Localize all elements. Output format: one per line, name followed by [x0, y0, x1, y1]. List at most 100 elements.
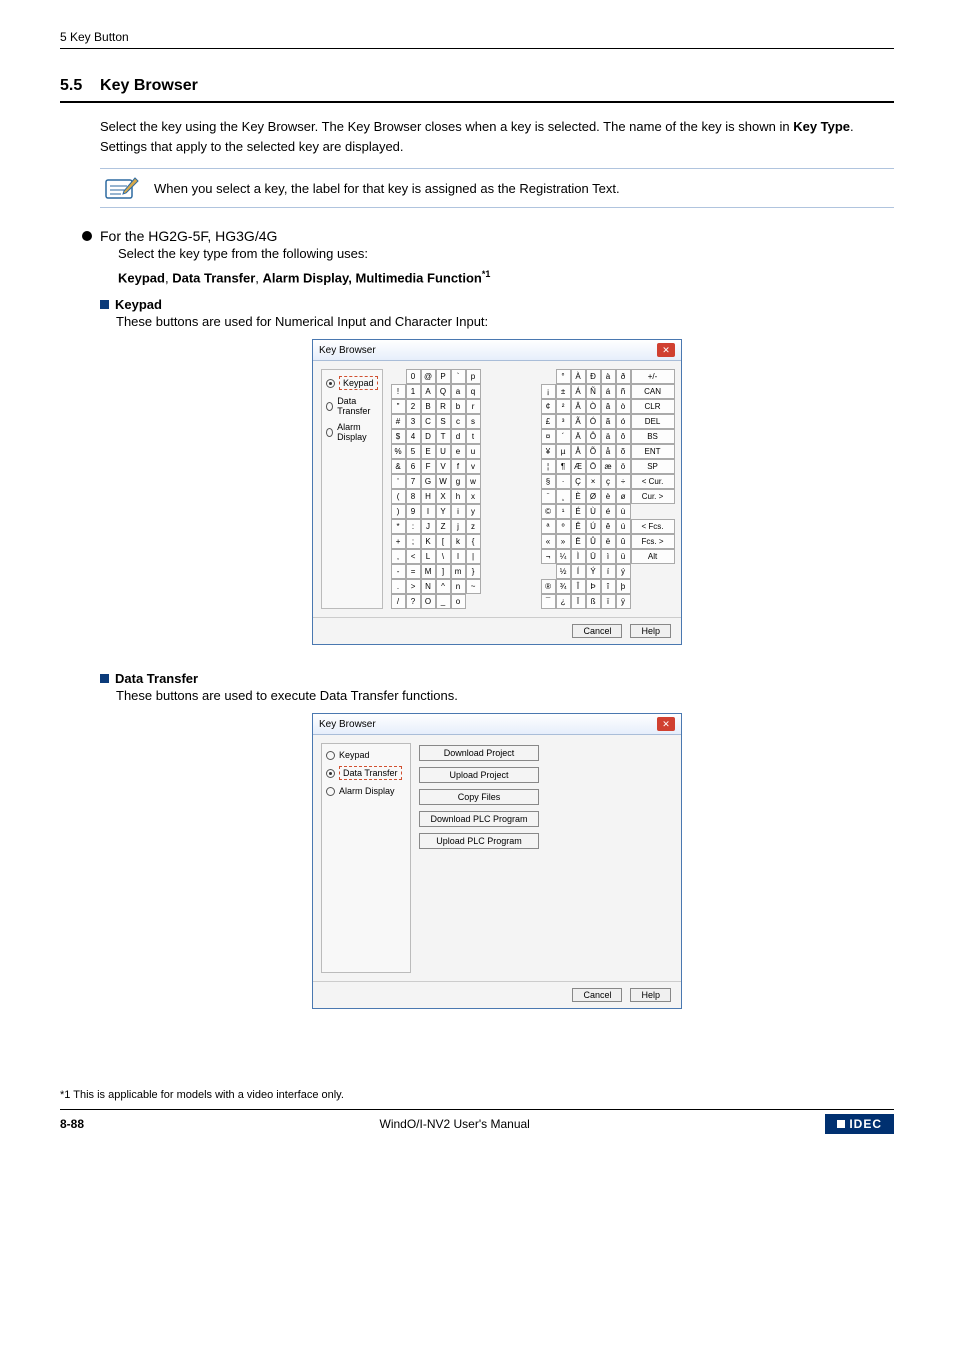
key-cell[interactable]: _ — [436, 594, 451, 609]
key-cell[interactable]: ä — [601, 429, 616, 444]
key-cell[interactable]: @ — [421, 369, 436, 384]
key-cell[interactable]: ¯ — [541, 594, 556, 609]
key-side-button[interactable]: ENT — [631, 444, 675, 459]
key-cell[interactable]: # — [391, 414, 406, 429]
key-cell[interactable]: h — [451, 489, 466, 504]
key-cell[interactable]: ñ — [616, 384, 631, 399]
key-cell[interactable]: 5 — [406, 444, 421, 459]
key-cell[interactable]: U — [436, 444, 451, 459]
key-cell[interactable]: r — [466, 399, 481, 414]
key-cell[interactable]: ý — [616, 564, 631, 579]
key-cell[interactable]: Ã — [571, 414, 586, 429]
data-transfer-btn[interactable]: Upload PLC Program — [419, 833, 539, 849]
key-cell[interactable]: n — [451, 579, 466, 594]
key-cell[interactable]: Ä — [571, 429, 586, 444]
key-cell[interactable]: Ô — [586, 429, 601, 444]
key-cell[interactable]: ô — [616, 429, 631, 444]
key-cell[interactable]: § — [541, 474, 556, 489]
key-cell[interactable]: g — [451, 474, 466, 489]
help-button[interactable]: Help — [630, 988, 671, 1002]
key-cell[interactable]: Õ — [586, 444, 601, 459]
key-cell[interactable]: X — [436, 489, 451, 504]
key-cell[interactable]: Y — [436, 504, 451, 519]
key-side-button[interactable]: +/- — [631, 369, 675, 384]
key-cell[interactable]: ¦ — [541, 459, 556, 474]
key-cell[interactable]: ^ — [436, 579, 451, 594]
key-cell[interactable]: Ý — [586, 564, 601, 579]
key-cell[interactable]: 3 — [406, 414, 421, 429]
key-cell[interactable]: ´ — [556, 429, 571, 444]
key-cell[interactable]: { — [466, 534, 481, 549]
cancel-button[interactable]: Cancel — [572, 624, 622, 638]
key-cell[interactable]: i — [451, 504, 466, 519]
key-cell[interactable]: ¾ — [556, 579, 571, 594]
key-cell[interactable]: ¸ — [556, 489, 571, 504]
close-icon[interactable]: ✕ — [657, 717, 675, 731]
key-cell[interactable]: > — [406, 579, 421, 594]
key-cell[interactable]: ? — [406, 594, 421, 609]
key-cell[interactable]: £ — [541, 414, 556, 429]
key-cell[interactable]: E — [421, 444, 436, 459]
key-cell[interactable]: x — [466, 489, 481, 504]
key-cell[interactable]: M — [421, 564, 436, 579]
radio-alarm-display[interactable]: Alarm Display — [326, 422, 378, 442]
key-cell[interactable]: ê — [601, 519, 616, 534]
key-cell[interactable]: W — [436, 474, 451, 489]
key-cell[interactable]: P — [436, 369, 451, 384]
key-cell[interactable]: \ — [436, 549, 451, 564]
key-cell[interactable]: 4 — [406, 429, 421, 444]
key-cell[interactable]: è — [601, 489, 616, 504]
key-cell[interactable]: Æ — [571, 459, 586, 474]
key-cell[interactable]: µ — [556, 444, 571, 459]
key-cell[interactable]: ! — [391, 384, 406, 399]
key-cell[interactable]: ³ — [556, 414, 571, 429]
key-side-button[interactable]: SP — [631, 459, 675, 474]
key-cell[interactable]: C — [421, 414, 436, 429]
key-cell[interactable]: d — [451, 429, 466, 444]
key-cell[interactable]: D — [421, 429, 436, 444]
key-cell[interactable]: ) — [391, 504, 406, 519]
key-cell[interactable]: » — [556, 534, 571, 549]
radio-alarm-display[interactable]: Alarm Display — [326, 786, 406, 796]
key-cell[interactable]: Í — [571, 564, 586, 579]
key-cell[interactable]: [ — [436, 534, 451, 549]
key-cell[interactable]: õ — [616, 444, 631, 459]
key-cell[interactable]: ð — [616, 369, 631, 384]
key-cell[interactable]: Q — [436, 384, 451, 399]
key-cell[interactable]: æ — [601, 459, 616, 474]
key-cell[interactable]: ' — [391, 474, 406, 489]
key-cell[interactable]: t — [466, 429, 481, 444]
key-cell[interactable]: 9 — [406, 504, 421, 519]
key-cell[interactable]: Ú — [586, 519, 601, 534]
key-cell[interactable]: Â — [571, 399, 586, 414]
key-cell[interactable]: v — [466, 459, 481, 474]
radio-keypad[interactable]: Keypad — [326, 750, 406, 760]
key-cell[interactable]: T — [436, 429, 451, 444]
key-cell[interactable]: ¶ — [556, 459, 571, 474]
key-cell[interactable]: ã — [601, 414, 616, 429]
key-cell[interactable]: b — [451, 399, 466, 414]
key-cell[interactable]: ë — [601, 534, 616, 549]
key-cell[interactable]: G — [421, 474, 436, 489]
key-cell[interactable]: í — [601, 564, 616, 579]
key-cell[interactable]: © — [541, 504, 556, 519]
key-cell[interactable]: % — [391, 444, 406, 459]
key-cell[interactable]: º — [556, 519, 571, 534]
key-cell[interactable]: f — [451, 459, 466, 474]
key-cell[interactable]: À — [571, 369, 586, 384]
key-cell[interactable]: ¡ — [541, 384, 556, 399]
key-cell[interactable]: Ð — [586, 369, 601, 384]
key-cell[interactable]: o — [451, 594, 466, 609]
key-cell[interactable]: É — [571, 504, 586, 519]
key-cell[interactable]: ¹ — [556, 504, 571, 519]
key-cell[interactable]: Ç — [571, 474, 586, 489]
key-cell[interactable]: y — [466, 504, 481, 519]
key-cell[interactable]: q — [466, 384, 481, 399]
key-cell[interactable]: ü — [616, 549, 631, 564]
key-cell[interactable]: ó — [616, 414, 631, 429]
help-button[interactable]: Help — [630, 624, 671, 638]
key-cell[interactable]: « — [541, 534, 556, 549]
key-cell[interactable]: ç — [601, 474, 616, 489]
key-cell[interactable]: , — [391, 549, 406, 564]
key-cell[interactable]: ¿ — [556, 594, 571, 609]
